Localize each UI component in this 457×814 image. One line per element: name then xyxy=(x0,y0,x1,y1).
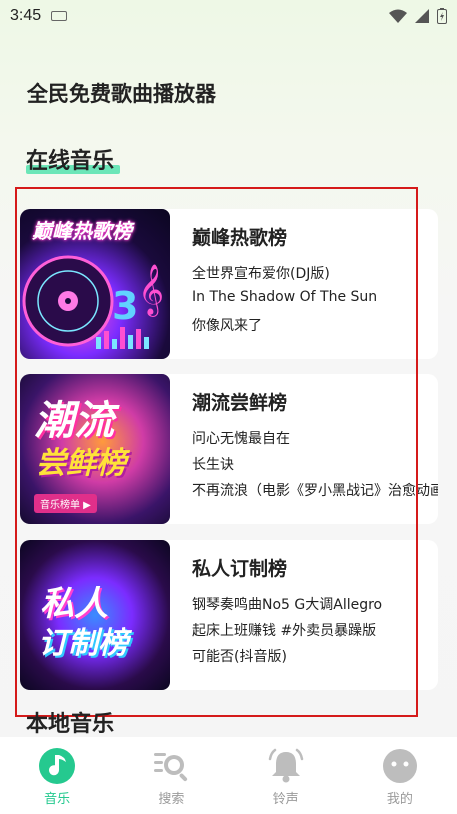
bottom-nav: 音乐 搜索 铃声 我的 xyxy=(0,737,457,814)
nav-item-search[interactable]: 搜索 xyxy=(114,737,228,814)
search-icon xyxy=(154,753,188,782)
nav-item-music[interactable]: 音乐 xyxy=(0,737,114,814)
nav-label: 音乐 xyxy=(44,792,71,807)
music-note-icon xyxy=(39,748,76,784)
nav-item-profile[interactable]: 我的 xyxy=(343,737,457,814)
bell-icon xyxy=(268,748,303,783)
status-time: 3:45 xyxy=(10,7,42,24)
status-bar: 3:45 xyxy=(0,0,457,32)
nav-label: 我的 xyxy=(386,792,413,807)
wifi-icon xyxy=(389,9,407,23)
nav-label: 搜索 xyxy=(158,792,185,807)
next-section-title: 本地音乐 xyxy=(26,712,115,736)
section-title: 在线音乐 xyxy=(26,149,115,174)
app-title: 全民免费歌曲播放器 xyxy=(27,82,216,106)
nav-label: 铃声 xyxy=(272,792,299,807)
battery-icon xyxy=(437,8,447,24)
keyboard-icon xyxy=(51,11,68,21)
highlight-box xyxy=(15,187,418,717)
profile-face-icon xyxy=(382,749,417,783)
nav-item-ringtone[interactable]: 铃声 xyxy=(229,737,343,814)
cell-signal-icon xyxy=(415,9,429,23)
section-heading: 在线音乐 xyxy=(26,143,121,175)
